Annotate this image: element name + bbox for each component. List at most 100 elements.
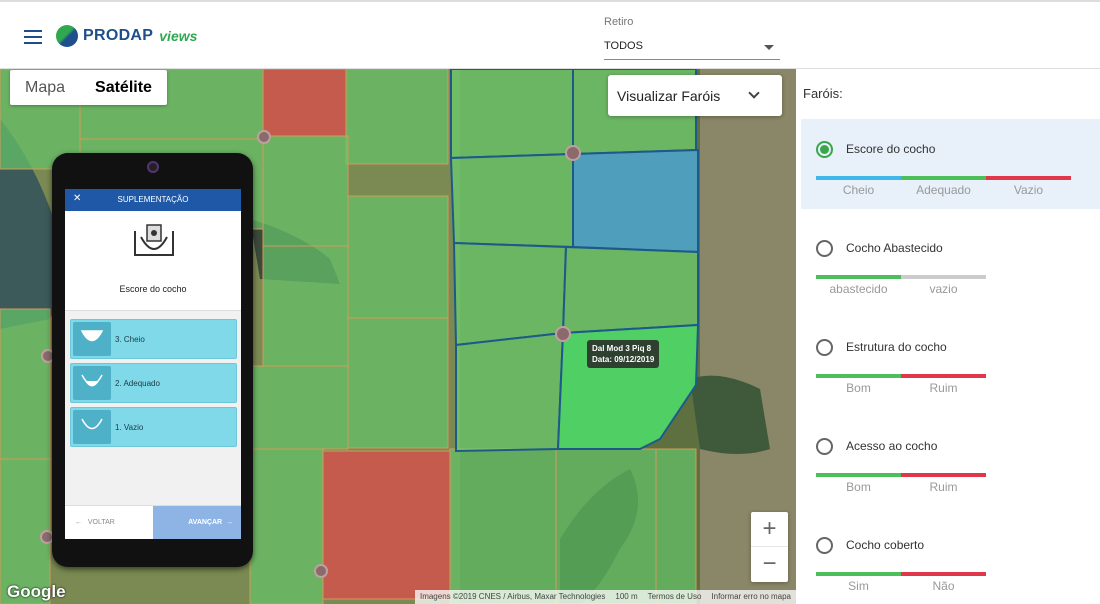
- color-scale: [816, 374, 986, 378]
- color-scale: [816, 275, 986, 279]
- retiro-field: Retiro TODOS: [604, 16, 780, 60]
- option-adequado-label: 2. Adequado: [115, 379, 160, 388]
- arrow-right-icon: →: [222, 519, 233, 526]
- attribution-imagery: Imagens ©2019 CNES / Airbus, Maxar Techn…: [419, 592, 606, 601]
- caret-down-icon: [764, 45, 774, 50]
- option-cheio[interactable]: 3. Cheio: [70, 319, 237, 359]
- scale-label: Vazio: [1013, 183, 1044, 197]
- farol-acesso-ao-cocho[interactable]: Acesso ao cocho Bom Ruim: [801, 416, 1100, 506]
- farol-label: Cocho Abastecido: [846, 241, 943, 255]
- radio-unselected-icon[interactable]: [816, 240, 833, 257]
- option-vazio[interactable]: 1. Vazio: [70, 407, 237, 447]
- scale-label: vazio: [929, 282, 958, 296]
- phone-mockup: ✕ SUPLEMENTAÇÃO Escore do cocho 3. Cheio…: [52, 153, 253, 567]
- scale-segment-sim: [816, 572, 901, 576]
- zoom-out-button[interactable]: −: [751, 547, 788, 582]
- phone-question-label: Escore do cocho: [119, 284, 187, 294]
- tooltip-date: Data: 09/12/2019: [592, 355, 655, 364]
- zoom-in-button[interactable]: +: [751, 512, 788, 547]
- phone-question-card: Escore do cocho: [65, 211, 241, 311]
- scale-segment-nao: [901, 572, 986, 576]
- radio-unselected-icon[interactable]: [816, 438, 833, 455]
- scale-bar[interactable]: 100 m: [610, 590, 642, 604]
- scale-segment-ruim: [901, 473, 986, 477]
- farois-panel: Faróis: Escore do cocho Cheio Adequado V…: [796, 69, 1100, 604]
- trough-empty-icon: [73, 410, 111, 444]
- farol-cocho-coberto[interactable]: Cocho coberto Sim Não: [801, 515, 1100, 604]
- scale-label: Cheio: [842, 183, 875, 197]
- option-cheio-label: 3. Cheio: [115, 335, 145, 344]
- phone-header: ✕ SUPLEMENTAÇÃO: [65, 189, 241, 211]
- scale-labels: abastecido vazio: [816, 282, 986, 296]
- farol-escore-do-cocho[interactable]: Escore do cocho Cheio Adequado Vazio: [801, 119, 1100, 209]
- google-logo: Google: [7, 582, 66, 601]
- arrow-left-icon: ←: [75, 519, 88, 526]
- farol-cocho-abastecido[interactable]: Cocho Abastecido abastecido vazio: [801, 218, 1100, 308]
- option-adequado[interactable]: 2. Adequado: [70, 363, 237, 403]
- radio-selected-icon[interactable]: [816, 141, 833, 158]
- scale-labels: Bom Ruim: [816, 480, 986, 494]
- scale-label: Ruim: [929, 480, 958, 494]
- scale-labels: Cheio Adequado Vazio: [816, 183, 1071, 197]
- retiro-value: TODOS: [604, 40, 643, 52]
- app: PRODAP views Retiro TODOS Mapa Satélite …: [0, 0, 1100, 604]
- color-scale: [816, 176, 1071, 180]
- chevron-down-icon: [748, 87, 760, 99]
- radio-unselected-icon[interactable]: [816, 537, 833, 554]
- scale-label: Adequado: [916, 183, 971, 197]
- farol-estrutura-do-cocho[interactable]: Estrutura do cocho Bom Ruim: [801, 317, 1100, 407]
- scale-segment-cheio: [816, 176, 901, 180]
- trough-full-icon: [73, 322, 111, 356]
- retiro-label: Retiro: [604, 16, 634, 28]
- panel-title: Faróis:: [803, 86, 843, 101]
- farol-label: Acesso ao cocho: [846, 439, 938, 453]
- top-bar: PRODAP views Retiro TODOS: [0, 0, 1100, 69]
- map-type-mapa[interactable]: Mapa: [10, 70, 80, 105]
- farol-label: Estrutura do cocho: [846, 340, 947, 354]
- phone-footer: ← VOLTAR AVANÇAR →: [65, 505, 241, 539]
- trough-half-icon: [73, 366, 111, 400]
- scale-segment-bom: [816, 473, 901, 477]
- retiro-select[interactable]: TODOS: [604, 36, 780, 60]
- zoom-control: + −: [751, 512, 788, 582]
- camera-icon: [147, 161, 159, 173]
- scale-labels: Bom Ruim: [816, 381, 986, 395]
- map-type-satelite[interactable]: Satélite: [80, 70, 167, 105]
- map-attribution: Imagens ©2019 CNES / Airbus, Maxar Techn…: [414, 590, 796, 604]
- satellite-map[interactable]: Mapa Satélite Visualizar Faróis Dal Mod …: [0, 69, 796, 604]
- logo-mark-icon: [56, 25, 78, 47]
- scale-label: abastecido: [829, 282, 888, 296]
- scale-label: Não: [932, 579, 955, 593]
- scale-label: Ruim: [929, 381, 958, 395]
- color-scale: [816, 473, 986, 477]
- scale-labels: Sim Não: [816, 579, 986, 593]
- phone-screen: ✕ SUPLEMENTAÇÃO Escore do cocho 3. Cheio…: [65, 189, 241, 539]
- map-type-toggle: Mapa Satélite: [10, 70, 167, 105]
- back-button[interactable]: ← VOLTAR: [65, 506, 153, 539]
- scale-segment-adequado: [901, 176, 986, 180]
- scale-segment-vazio: [986, 176, 1071, 180]
- scale-segment-ruim: [901, 374, 986, 378]
- phone-header-title: SUPLEMENTAÇÃO: [117, 195, 189, 204]
- visualizar-farois-label: Visualizar Faróis: [617, 88, 721, 104]
- color-scale: [816, 572, 986, 576]
- logo-sub: views: [159, 28, 198, 44]
- farol-label: Escore do cocho: [846, 142, 936, 156]
- farol-label: Cocho coberto: [846, 538, 925, 552]
- scale-segment-bom: [816, 374, 901, 378]
- scale-label: Sim: [848, 579, 869, 593]
- option-vazio-label: 1. Vazio: [115, 423, 144, 432]
- tooltip-field-name: Dal Mod 3 Piq 8: [592, 344, 652, 353]
- back-label: VOLTAR: [87, 519, 115, 526]
- radio-unselected-icon[interactable]: [816, 339, 833, 356]
- visualizar-farois-select[interactable]: Visualizar Faróis: [608, 75, 782, 116]
- trough-icon: [134, 224, 174, 256]
- hamburger-icon[interactable]: [24, 30, 42, 44]
- scale-label: Bom: [846, 381, 871, 395]
- terms-link[interactable]: Termos de Uso: [643, 590, 707, 604]
- scale-segment-vazio: [901, 275, 986, 279]
- scale-segment-abastecido: [816, 275, 901, 279]
- report-error-link[interactable]: Informar erro no mapa: [706, 590, 796, 604]
- scale-label: Bom: [846, 480, 871, 494]
- next-button[interactable]: AVANÇAR →: [153, 506, 241, 539]
